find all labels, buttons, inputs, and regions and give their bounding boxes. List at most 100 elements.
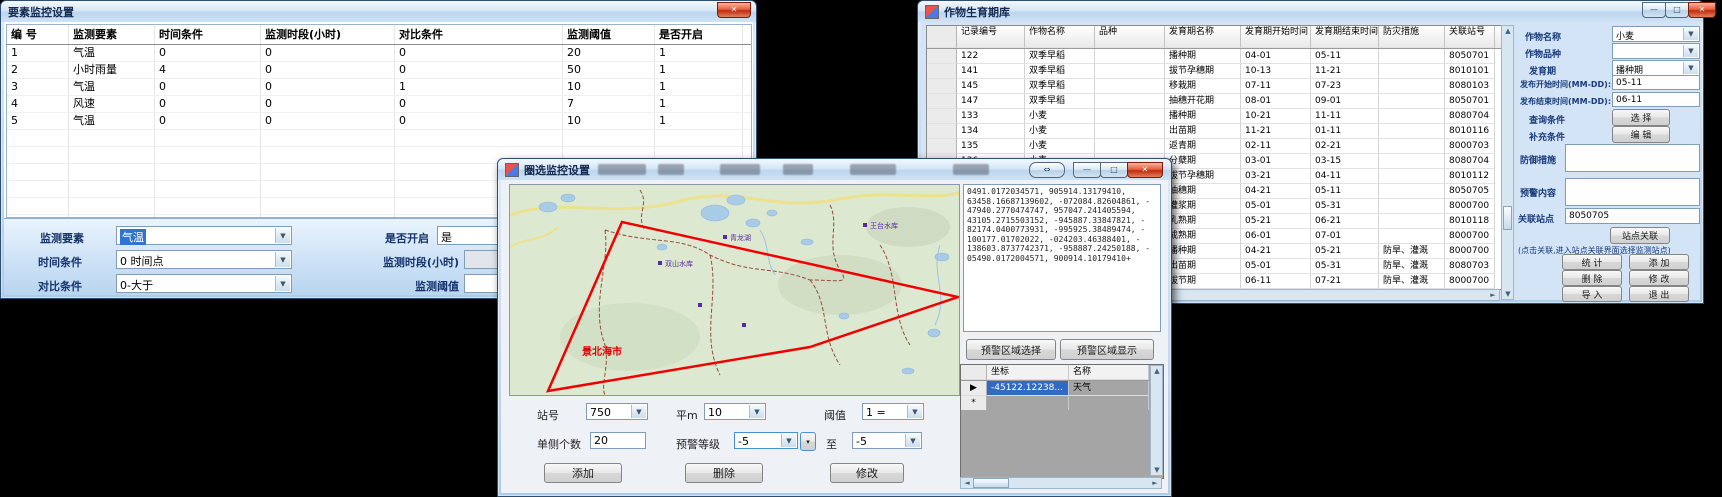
table-cell: 8000700 [1445, 274, 1495, 289]
add-button[interactable]: 添 加 [1629, 254, 1689, 270]
exit-button[interactable]: 退 出 [1629, 286, 1689, 302]
modify-button[interactable]: 修改 [830, 463, 904, 483]
table-cell: ▶ [961, 381, 987, 396]
level-stepper[interactable]: ▾ [800, 432, 816, 451]
table-cell: 0 [261, 79, 395, 95]
table-row[interactable]: 134小麦出苗期11-2101-118010116 [927, 124, 1501, 139]
variety-select[interactable]: ▼ [1612, 43, 1700, 59]
enabled-label: 是否开启 [385, 230, 429, 246]
table-row[interactable]: 3气温001101 [7, 79, 751, 96]
table-row[interactable]: ▶-45122.12238...天气 [961, 381, 1149, 396]
maximize-button[interactable]: □ [1100, 162, 1128, 178]
column-header: 记录编号 [957, 26, 1025, 48]
table-cell: 1 [655, 79, 743, 95]
side-count-field[interactable] [590, 432, 646, 449]
stage-select[interactable]: 播种期▼ [1612, 60, 1700, 76]
table-row[interactable]: 145双季早稻移栽期07-1107-238080103 [927, 79, 1501, 94]
table-row[interactable]: * [961, 396, 1149, 410]
region-coords-text[interactable]: 0491.0172034571, 905914.13179410, 63458.… [963, 184, 1161, 332]
time-condition-select[interactable]: 0 时间点 ▼ [116, 250, 292, 269]
table-row[interactable]: 141双季早稻拔节孕穗期10-1311-218010101 [927, 64, 1501, 79]
scroll-up-icon[interactable]: ▲ [1151, 367, 1163, 375]
start-date-field[interactable] [1612, 75, 1700, 90]
table-cell [987, 396, 1069, 410]
compare-condition-select[interactable]: 0-大于 ▼ [116, 274, 292, 293]
warning-content-textarea[interactable] [1565, 178, 1700, 206]
scroll-right-icon[interactable]: ► [1149, 479, 1161, 487]
table-cell [1379, 109, 1445, 124]
import-button[interactable]: 导 入 [1562, 286, 1622, 302]
table-cell: 07-23 [1311, 79, 1379, 94]
table-cell: 145 [957, 79, 1025, 94]
stat-button[interactable]: 统 计 [1562, 254, 1622, 270]
delete-button[interactable]: 删 除 [1562, 270, 1622, 286]
titlebar-region-select[interactable]: 圈选监控设置 [498, 159, 1171, 180]
scroll-thumb[interactable] [973, 478, 1009, 488]
close-button[interactable]: ✕ [1127, 162, 1163, 178]
titlebar-element-monitor[interactable]: 要素监控设置 [1, 1, 756, 22]
v-scrollbar[interactable]: ▲ ▼ [1150, 365, 1163, 476]
table-cell: 小麦 [1025, 109, 1095, 124]
table-header-row: 记录编号作物名称品种发育期名称发育期开始时间发育期结束时间防灾措施关联站号 [927, 26, 1501, 49]
region-show-button[interactable]: 预警区域显示 [1060, 339, 1154, 360]
threshold-select[interactable]: 1 =▼ [862, 403, 924, 420]
column-header: 发育期开始时间 [1241, 26, 1311, 48]
table-cell: 10 [563, 113, 655, 129]
station-no-select[interactable]: 750▼ [586, 403, 648, 420]
modify-button[interactable]: 修 改 [1629, 270, 1689, 286]
table-row[interactable] [7, 130, 751, 147]
region-table: 坐标名称 ▶-45122.12238...天气* [961, 365, 1149, 410]
titlebar-crop-db[interactable]: 作物生育期库 [918, 1, 1703, 22]
end-date-field[interactable] [1612, 92, 1700, 107]
edit-button[interactable]: 编 辑 [1612, 126, 1670, 143]
minimize-button[interactable]: — [1073, 162, 1101, 178]
region-pick-button[interactable]: 预警区域选择 [966, 339, 1056, 360]
table-cell: 05-31 [1311, 259, 1379, 274]
titlebar-ghost-artifact [850, 164, 896, 175]
maximize-button[interactable]: □ [1665, 2, 1689, 18]
table-cell: 0 [155, 79, 261, 95]
element-select[interactable]: 气温 ▼ [116, 226, 292, 245]
table-cell: 防旱、灌溉 [1379, 244, 1445, 259]
table-cell: 8010101 [1445, 64, 1495, 79]
table-row[interactable]: 1气温000201 [7, 45, 751, 62]
table-row[interactable]: 135小麦返青期02-1102-218000703 [927, 139, 1501, 154]
station-field[interactable] [1565, 208, 1700, 224]
table-row[interactable]: 122双季早稻播种期04-0105-118050701 [927, 49, 1501, 64]
h-scrollbar[interactable]: ◄ ► [960, 477, 1162, 489]
scroll-up-icon[interactable]: ▲ [1502, 27, 1514, 35]
table-row[interactable]: 4风速00071 [7, 96, 751, 113]
table-row[interactable]: 133小麦播种期10-2111-118080704 [927, 109, 1501, 124]
radius-select[interactable]: 10▼ [704, 403, 766, 420]
scroll-down-icon[interactable]: ▼ [1502, 290, 1514, 298]
table-cell: 8000700 [1445, 229, 1495, 244]
table-row[interactable]: 147双季早稻抽穗开花期08-0109-018050701 [927, 94, 1501, 109]
scroll-right-icon[interactable]: ► [1487, 291, 1499, 299]
station-link-button[interactable]: 站点关联 [1610, 227, 1670, 244]
map-canvas[interactable]: 双山水库 青龙湖 王台水库 景北海市 [509, 184, 960, 396]
add-button[interactable]: 添加 [544, 463, 622, 483]
table-cell [1095, 94, 1165, 109]
delete-button[interactable]: 删除 [685, 463, 763, 483]
table-cell: 8000703 [1445, 139, 1495, 154]
level-select[interactable]: -5▼ [734, 432, 798, 449]
scroll-down-icon[interactable]: ▼ [1151, 466, 1163, 474]
table-row[interactable]: 2小时雨量400501 [7, 62, 751, 79]
level-to-select[interactable]: -5▼ [852, 432, 922, 449]
v-scrollbar[interactable]: ▲ ▼ [1501, 25, 1514, 300]
minimize-button[interactable]: — [1642, 2, 1666, 18]
scroll-thumb[interactable] [1503, 206, 1512, 230]
query-select-button[interactable]: 选 择 [1612, 109, 1670, 126]
chevron-down-icon: ▼ [1683, 45, 1698, 57]
crop-name-select[interactable]: 小麦▼ [1612, 26, 1700, 42]
period-label: 监测时段(小时) [364, 254, 459, 270]
close-button[interactable]: ✕ [1688, 2, 1716, 18]
scroll-left-icon[interactable]: ◄ [961, 479, 973, 487]
table-cell: 乳熟期 [1165, 214, 1241, 229]
close-button[interactable]: ✕ [717, 2, 751, 18]
table-cell: 04-01 [1241, 49, 1311, 64]
table-cell: 07-11 [1241, 79, 1311, 94]
table-row[interactable]: 5气温000101 [7, 113, 751, 130]
restore-pill-button[interactable]: ⇔ [1029, 162, 1065, 178]
measures-textarea[interactable] [1565, 144, 1700, 172]
